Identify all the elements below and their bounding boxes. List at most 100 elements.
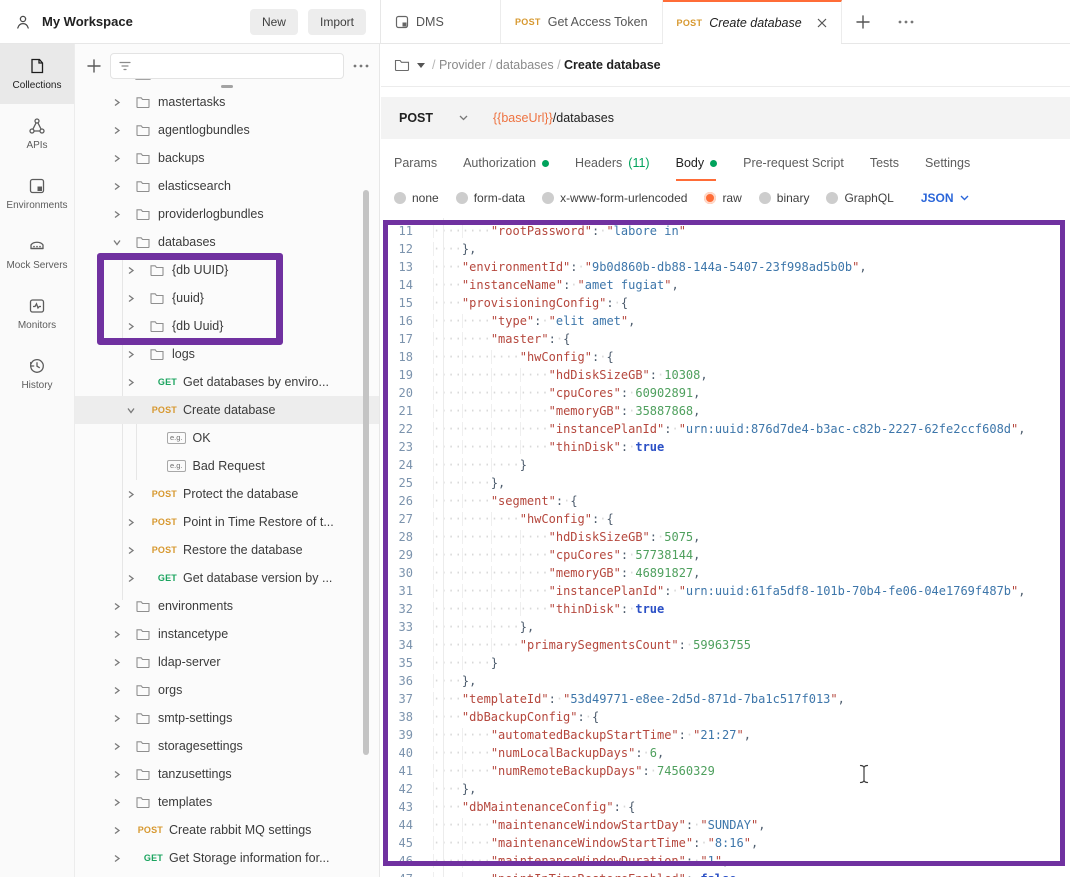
chevron-right-icon[interactable] <box>112 98 122 107</box>
breadcrumb-segment[interactable]: databases <box>496 58 554 72</box>
chevron-right-icon[interactable] <box>126 294 136 303</box>
tab-headers[interactable]: Headers (11) <box>575 145 650 181</box>
tree-folder-templates[interactable]: templates <box>75 788 379 816</box>
chevron-right-icon[interactable] <box>112 826 122 835</box>
chevron-right-icon[interactable] <box>112 854 122 863</box>
body-mode-none[interactable]: none <box>394 191 439 205</box>
rail-item-history[interactable]: History <box>0 344 74 404</box>
breadcrumb-caret-icon[interactable] <box>417 62 425 68</box>
chevron-right-icon[interactable] <box>112 126 122 135</box>
chevron-right-icon[interactable] <box>126 490 136 499</box>
quote: " <box>678 584 686 598</box>
new-tab-button[interactable] <box>842 0 884 43</box>
tree-folder-smtp-settings[interactable]: smtp-settings <box>75 704 379 732</box>
new-button[interactable]: New <box>249 8 298 35</box>
chevron-right-icon[interactable] <box>112 630 122 639</box>
request-tab-create-database[interactable]: POST Create database <box>662 0 842 44</box>
tree-folder-elasticsearch[interactable]: elasticsearch <box>75 172 379 200</box>
body-mode-raw[interactable]: raw <box>704 191 742 205</box>
tree-folder-mastertasks[interactable]: mastertasks <box>75 88 379 116</box>
tree-folder-storagesettings[interactable]: storagesettings <box>75 732 379 760</box>
chevron-right-icon[interactable] <box>126 350 136 359</box>
tree-folder-instancetype[interactable]: instancetype <box>75 620 379 648</box>
import-button[interactable]: Import <box>307 8 366 35</box>
tab-pre-request-script[interactable]: Pre-request Script <box>743 145 844 181</box>
tree-folder-agentlogbundles[interactable]: agentlogbundles <box>75 116 379 144</box>
chevron-right-icon[interactable] <box>112 742 122 751</box>
filter-input[interactable] <box>137 58 335 74</box>
chevron-right-icon[interactable] <box>126 546 136 555</box>
tree-item-bad-request[interactable]: e.g. Bad Request <box>75 452 379 480</box>
chevron-down-icon[interactable] <box>112 238 122 247</box>
rail-item-collections[interactable]: Collections <box>0 44 74 104</box>
tree-item-get-storage-information-for-[interactable]: GET Get Storage information for... <box>75 844 379 872</box>
rail-item-monitors[interactable]: Monitors <box>0 284 74 344</box>
add-collection-icon[interactable] <box>87 59 101 73</box>
chevron-right-icon[interactable] <box>126 518 136 527</box>
tab-body[interactable]: Body <box>675 145 718 181</box>
tree-item-ok[interactable]: e.g. OK <box>75 424 379 452</box>
tree-folder--db-uuid-[interactable]: {db UUID} <box>75 256 379 284</box>
chevron-right-icon[interactable] <box>112 714 122 723</box>
tree-folder--uuid-[interactable]: {uuid} <box>75 284 379 312</box>
tree-folder-providerlogbundles[interactable]: providerlogbundles <box>75 200 379 228</box>
tree-item-create-rabbit-mq-settings[interactable]: POST Create rabbit MQ settings <box>75 816 379 844</box>
chevron-right-icon[interactable] <box>112 602 122 611</box>
tree-folder-backups[interactable]: backups <box>75 144 379 172</box>
chevron-right-icon[interactable] <box>112 686 122 695</box>
tree-folder-tanzusettings[interactable]: tanzusettings <box>75 760 379 788</box>
filter-box[interactable] <box>110 53 344 79</box>
tree-folder-environments[interactable]: environments <box>75 592 379 620</box>
body-mode-binary[interactable]: binary <box>758 191 809 205</box>
tab-params[interactable]: Params <box>394 145 437 181</box>
tree-folder-logs[interactable]: logs <box>75 340 379 368</box>
tree-item-create-database[interactable]: POST Create database <box>75 396 379 424</box>
rail-item-mock-servers[interactable]: Mock Servers <box>0 224 74 284</box>
rail-item-apis[interactable]: APIs <box>0 104 74 164</box>
tab-settings[interactable]: Settings <box>925 145 970 181</box>
method-select[interactable]: POST <box>381 111 493 125</box>
tree-folder--db-uuid-[interactable]: {db Uuid} <box>75 312 379 340</box>
tree-folder-ldap-server[interactable]: ldap-server <box>75 648 379 676</box>
tree-folder-databases[interactable]: databases <box>75 228 379 256</box>
sidebar-scrollbar[interactable] <box>363 190 369 755</box>
tab-dms-collection[interactable]: DMS <box>381 0 501 43</box>
rail-item-environments[interactable]: Environments <box>0 164 74 224</box>
request-tab-get-access-token[interactable]: POST Get Access Token <box>501 0 663 43</box>
close-tab-icon[interactable] <box>817 18 827 28</box>
language-select[interactable]: JSON <box>921 191 969 205</box>
tabbar-more-button[interactable] <box>884 0 928 43</box>
chevron-right-icon[interactable] <box>126 322 136 331</box>
chevron-right-icon[interactable] <box>126 266 136 275</box>
body-mode-GraphQL[interactable]: GraphQL <box>826 191 894 205</box>
chevron-right-icon[interactable] <box>112 210 122 219</box>
tree-item-restore-the-database[interactable]: POST Restore the database <box>75 536 379 564</box>
tree-item-get-databases-by-enviro-[interactable]: GET Get databases by enviro... <box>75 368 379 396</box>
chevron-right-icon[interactable] <box>126 378 136 387</box>
indent-dots: ···· <box>462 872 491 877</box>
tree-item-point-in-time-restore-of-t-[interactable]: POST Point in Time Restore of t... <box>75 508 379 536</box>
chevron-right-icon[interactable] <box>112 658 122 667</box>
tree-folder-orgs[interactable]: orgs <box>75 676 379 704</box>
url-input[interactable]: {{baseUrl}}/databases <box>493 111 1070 125</box>
sidebar-more-icon[interactable] <box>353 64 369 68</box>
collection-folder-icon[interactable] <box>394 58 410 72</box>
chevron-right-icon[interactable] <box>112 770 122 779</box>
chevron-down-icon[interactable] <box>126 406 136 415</box>
chevron-right-icon[interactable] <box>126 574 136 583</box>
chevron-right-icon[interactable] <box>112 798 122 807</box>
json-colon: : <box>548 692 556 706</box>
body-mode-form-data[interactable]: form-data <box>455 191 525 205</box>
body-editor[interactable]: 11 ········"rootPassword":·"labore in" 12 ·… <box>383 218 1070 877</box>
chevron-right-icon[interactable] <box>112 182 122 191</box>
method-badge: GET <box>157 377 177 387</box>
json-number: 60902891 <box>635 386 694 400</box>
tab-authorization[interactable]: Authorization <box>463 145 550 181</box>
breadcrumb-segment[interactable]: Provider <box>439 58 486 72</box>
tree-item-protect-the-database[interactable]: POST Protect the database <box>75 480 379 508</box>
tree-item-get-database-version-by-[interactable]: GET Get database version by ... <box>75 564 379 592</box>
workspace-name[interactable]: My Workspace <box>42 14 133 29</box>
chevron-right-icon[interactable] <box>112 154 122 163</box>
body-mode-x-www-form-urlencoded[interactable]: x-www-form-urlencoded <box>542 191 687 205</box>
tab-tests[interactable]: Tests <box>870 145 899 181</box>
